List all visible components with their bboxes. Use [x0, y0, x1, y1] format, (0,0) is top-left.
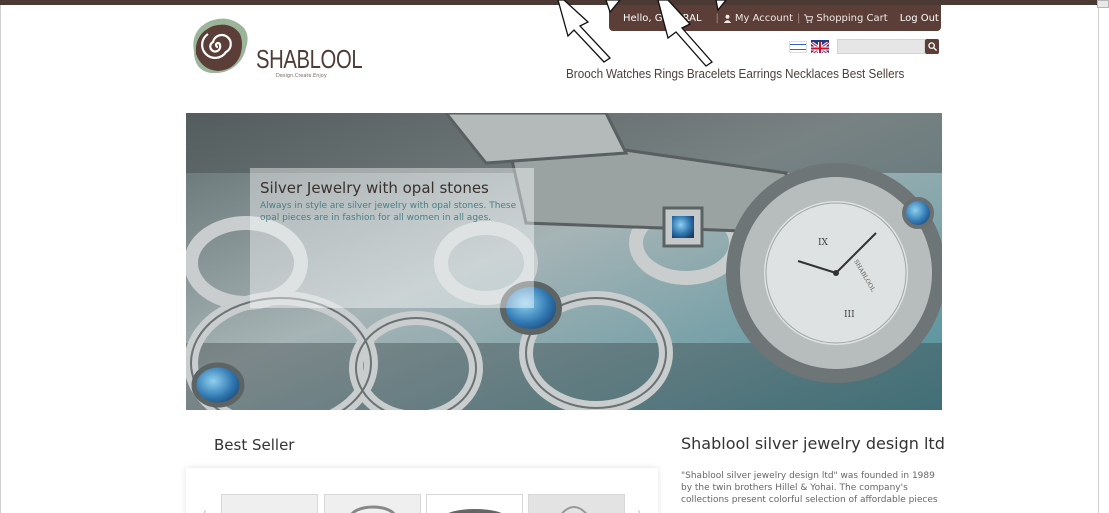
search-button[interactable] [925, 39, 939, 54]
best-seller-thumbnail[interactable] [221, 494, 318, 513]
logo-wordmark: SHABLOOL [256, 44, 363, 74]
watch-numeral-top: IX [818, 238, 829, 248]
shopping-cart-link[interactable]: Shopping Cart [804, 12, 888, 24]
watch-numeral-right: III [844, 310, 855, 320]
shopping-cart-label: Shopping Cart [816, 12, 888, 24]
cart-icon [804, 13, 814, 23]
union-jack-graphic [811, 40, 829, 53]
logo-tagline: Design.Create.Enjoy [276, 73, 327, 79]
search-input[interactable] [837, 39, 925, 54]
hero-banner[interactable]: IX III SHABLOOL Silver Jewelry with opal… [186, 113, 942, 410]
separator: | [797, 12, 801, 24]
search-icon [927, 42, 937, 51]
hero-description: Always in style are silver jewelry with … [260, 201, 517, 223]
shablool-logo[interactable]: SHABLOOL Design.Create.Enjoy [186, 14, 363, 80]
best-seller-heading: Best Seller [214, 436, 295, 454]
window-corner-button[interactable] [1097, 0, 1109, 8]
about-heading: Shablool silver jewelry design ltd [681, 434, 945, 453]
carousel-prev-arrow[interactable]: ‹ [203, 507, 207, 513]
jewelry-thumbnail-image [561, 506, 587, 513]
logout-link[interactable]: Log Out [900, 13, 939, 24]
english-flag-icon[interactable] [811, 40, 829, 53]
pointer-arrows-overlay [557, 0, 727, 67]
best-seller-thumbnail[interactable] [528, 494, 625, 513]
jewelry-thumbnail-image [350, 505, 396, 513]
nav-item-best-sellers[interactable]: Best Sellers [842, 66, 904, 81]
best-seller-thumbnail[interactable] [426, 494, 523, 513]
about-text: "Shablool silver jewelry design ltd" was… [681, 471, 938, 505]
carousel-next-arrow[interactable]: › [637, 507, 641, 513]
hero-caption-box: Silver Jewelry with opal stones Always i… [250, 168, 534, 308]
nav-item-necklaces[interactable]: Necklaces [785, 66, 839, 81]
jewelry-thumbnail-image [448, 509, 502, 513]
spiral-logo-icon [193, 18, 248, 74]
hebrew-flag-icon[interactable] [789, 41, 807, 53]
best-seller-thumbnail[interactable] [324, 494, 421, 513]
hero-title: Silver Jewelry with opal stones [260, 179, 489, 197]
